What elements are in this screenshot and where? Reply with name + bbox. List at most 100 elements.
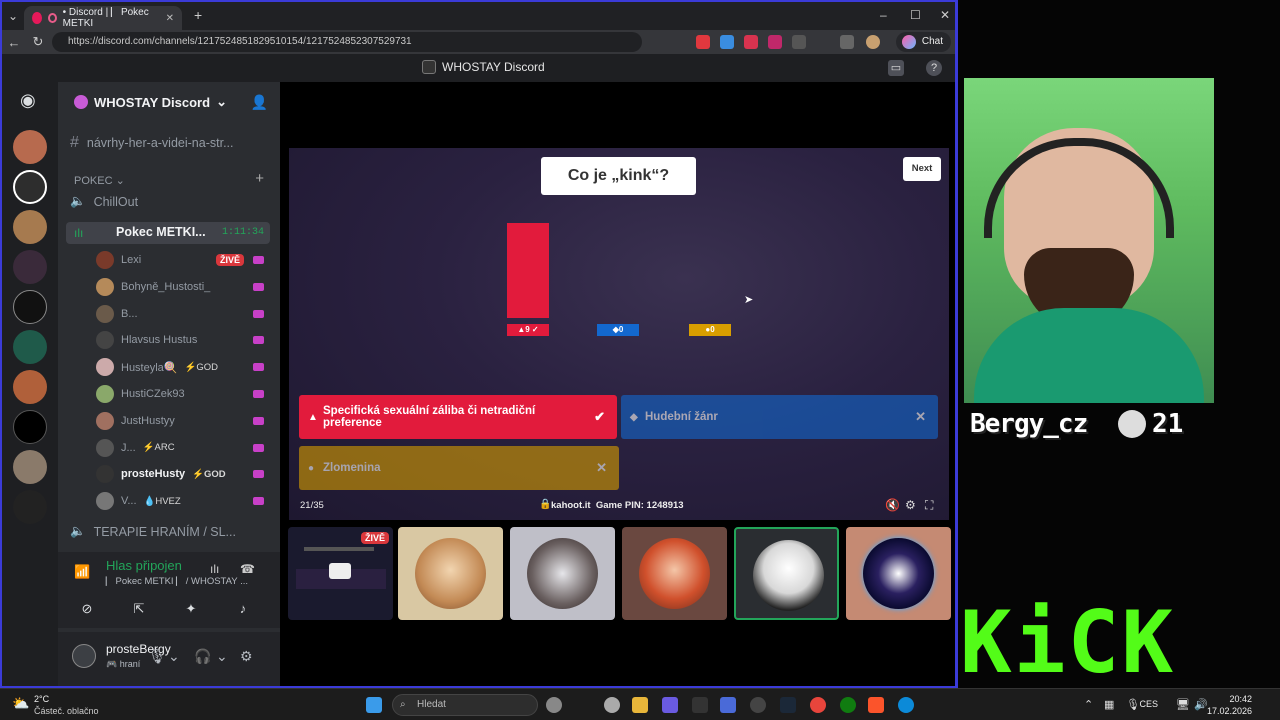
language-indicator[interactable]: CES: [1139, 699, 1158, 709]
soundboard-button[interactable]: ♪: [220, 598, 266, 620]
voice-user[interactable]: HustiCZek93: [96, 384, 268, 404]
save-icon[interactable]: [720, 697, 736, 713]
chrome-icon[interactable]: [810, 697, 826, 713]
add-member-icon[interactable]: 👤: [251, 94, 268, 111]
chevron-up-icon[interactable]: ⌃: [1084, 698, 1093, 711]
voice-channel-sub[interactable]: ⎸Pokec METKI ⎸/ WHOSTAY ...: [106, 576, 248, 587]
voice-channel-chillout[interactable]: 🔈 ChillOut: [70, 194, 138, 209]
extension-icon[interactable]: [720, 35, 734, 49]
user-name: Hlavsus Hustus: [121, 334, 198, 347]
voice-user[interactable]: J... ⚡ARC: [96, 438, 268, 458]
chat-icon: [901, 35, 916, 49]
weather-temp[interactable]: 2°C: [34, 694, 49, 704]
voice-channel-terapie[interactable]: 🔈 TERAPIE HRANÍM / SL...: [70, 524, 236, 539]
voice-user[interactable]: Bohyně_Hustosti_: [96, 277, 268, 297]
back-icon[interactable]: ←: [2, 35, 26, 50]
app-icon[interactable]: [604, 697, 620, 713]
mute-icon[interactable]: 🔇: [885, 498, 900, 512]
extension-icon[interactable]: [792, 35, 806, 49]
server-avatar[interactable]: [13, 290, 47, 324]
mic-icon[interactable]: 🎙: [148, 648, 166, 665]
server-avatar[interactable]: [13, 130, 47, 164]
server-avatar[interactable]: [13, 330, 47, 364]
clock-date[interactable]: 17.02.2026: [1207, 706, 1252, 716]
url-bar[interactable]: https://discord.com/channels/12175248518…: [52, 32, 642, 52]
chevron-down-icon[interactable]: ⌄: [168, 648, 180, 665]
brave-icon[interactable]: [868, 697, 884, 713]
tab-list-icon[interactable]: ⌄: [8, 9, 18, 23]
obs-icon[interactable]: [750, 697, 766, 713]
mic-icon[interactable]: 🎙: [1126, 698, 1140, 711]
puzzle-icon[interactable]: [840, 35, 854, 49]
steam-icon[interactable]: [780, 697, 796, 713]
participant-tile[interactable]: [510, 527, 615, 620]
server-avatar[interactable]: [13, 370, 47, 404]
close-window-icon[interactable]: ✕: [940, 8, 950, 22]
discord-logo-icon[interactable]: ◉: [20, 90, 36, 111]
new-tab-button[interactable]: +: [194, 7, 202, 23]
extension-icon[interactable]: [768, 35, 782, 49]
server-avatar[interactable]: [13, 210, 47, 244]
next-button[interactable]: Next: [903, 157, 941, 181]
taskbar-search[interactable]: ⌕ Hledat: [392, 694, 538, 716]
headset-icon[interactable]: 🎧: [194, 648, 211, 665]
app-icon[interactable]: [662, 697, 678, 713]
voice-user[interactable]: Lexi ŽIVĚ: [96, 250, 268, 270]
extension-icon[interactable]: [744, 35, 758, 49]
voice-user[interactable]: V... 💧HVEZ: [96, 491, 268, 511]
extension-icon[interactable]: [696, 35, 710, 49]
xbox-icon[interactable]: [840, 697, 856, 713]
tab-close-icon[interactable]: ✕: [166, 13, 174, 24]
profile-icon[interactable]: [866, 35, 880, 49]
chevron-down-icon[interactable]: ⌄: [216, 648, 228, 665]
minimize-icon[interactable]: –: [880, 8, 887, 22]
participant-tile[interactable]: [398, 527, 503, 620]
participant-tile[interactable]: [846, 527, 951, 620]
activities-button[interactable]: ✦: [168, 598, 214, 620]
fullscreen-icon[interactable]: ⛶: [925, 498, 933, 513]
voice-channel-active[interactable]: ılı Pokec METKI... 1:11:34: [66, 222, 270, 244]
voice-user[interactable]: prosteHusty ⚡GOD: [96, 464, 268, 484]
voice-user[interactable]: B...: [96, 304, 268, 324]
start-icon[interactable]: [366, 697, 382, 713]
volume-icon[interactable]: 🔊: [1194, 698, 1208, 711]
server-avatar[interactable]: [13, 250, 47, 284]
weather-icon[interactable]: ⛅: [12, 695, 29, 712]
voice-user[interactable]: Husteyla🍭 ⚡GOD: [96, 357, 268, 377]
tab-discord[interactable]: • Discord | ⎸Pokec METKI ✕: [24, 6, 182, 30]
camera-off-button[interactable]: ⊘: [64, 598, 110, 620]
help-icon[interactable]: ?: [926, 60, 942, 76]
clock-time[interactable]: 20:42: [1229, 694, 1252, 704]
tray-app-icon[interactable]: ▦: [1104, 698, 1114, 711]
folder-icon[interactable]: [632, 697, 648, 713]
voice-user[interactable]: Hlavsus Hustus: [96, 330, 268, 350]
server-avatar[interactable]: [13, 450, 47, 484]
chat-button[interactable]: Chat: [895, 32, 951, 52]
avatar[interactable]: [72, 644, 96, 668]
voice-status[interactable]: Hlas připojen: [106, 558, 182, 573]
gear-icon[interactable]: [546, 697, 562, 713]
app-icon[interactable]: [692, 697, 708, 713]
settings-icon[interactable]: ⚙: [905, 498, 916, 512]
add-channel-icon[interactable]: +: [255, 170, 264, 187]
network-icon[interactable]: 🖥: [1176, 698, 1190, 711]
participant-tile[interactable]: [622, 527, 727, 620]
gear-icon[interactable]: ⚙: [240, 648, 253, 665]
weather-desc[interactable]: Částeč. oblačno: [34, 706, 99, 716]
stream-tile-live[interactable]: ŽIVĚ: [288, 527, 393, 620]
server-header[interactable]: WHOSTAY Discord ⌄: [74, 94, 227, 110]
server-avatar[interactable]: [13, 170, 47, 204]
screen-share-button[interactable]: ⇱: [116, 598, 162, 620]
server-avatar[interactable]: [13, 490, 47, 524]
reload-icon[interactable]: ↻: [26, 34, 50, 50]
voice-user[interactable]: JustHustyy: [96, 411, 268, 431]
participant-tile-speaking[interactable]: [734, 527, 839, 620]
category-pokec[interactable]: POKEC ⌄: [74, 174, 125, 187]
maximize-icon[interactable]: ☐: [910, 8, 921, 22]
text-channel[interactable]: # návrhy-her-a-videi-na-str...: [70, 134, 233, 152]
noise-icon[interactable]: ılı: [210, 562, 219, 576]
edge-icon[interactable]: [898, 697, 914, 713]
server-avatar[interactable]: [13, 410, 47, 444]
inbox-icon[interactable]: ▭: [888, 60, 904, 76]
disconnect-icon[interactable]: ☎: [240, 562, 255, 576]
